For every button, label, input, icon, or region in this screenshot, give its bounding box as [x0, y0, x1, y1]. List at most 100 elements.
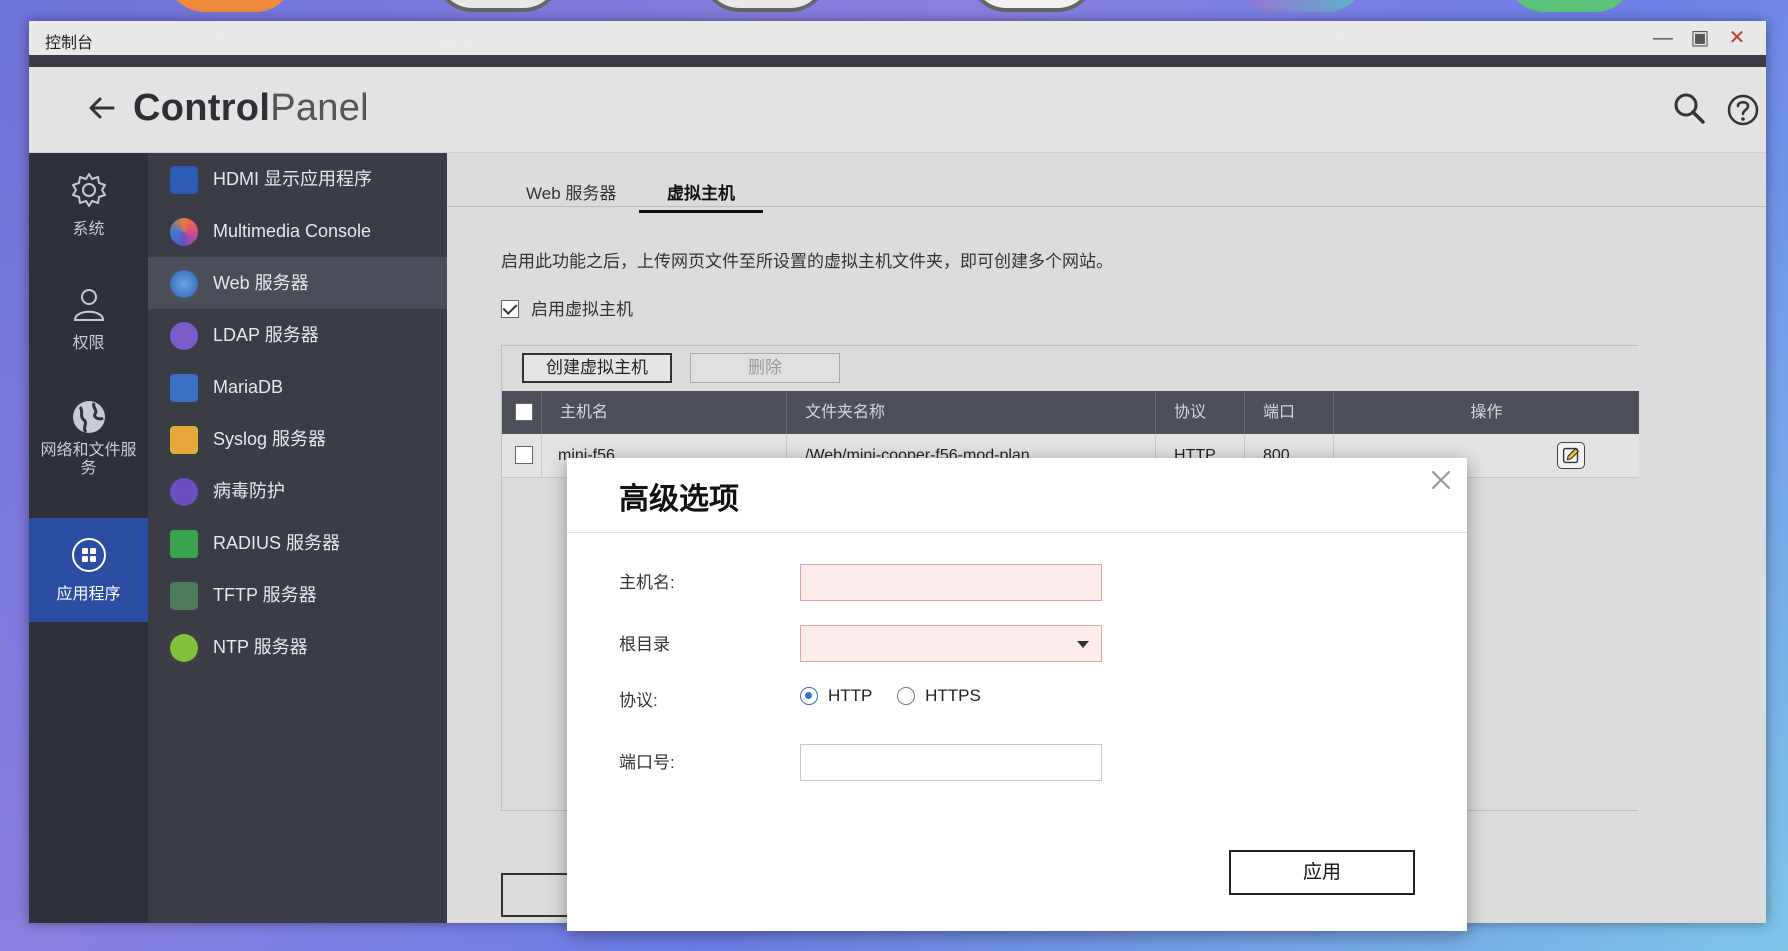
- panel-header: ControlPanel: [29, 67, 1766, 153]
- submenu-label: Web 服务器: [213, 273, 309, 293]
- column-folder[interactable]: 文件夹名称: [787, 391, 1156, 434]
- protocol-option-http[interactable]: HTTP: [800, 686, 872, 706]
- submenu-label: Multimedia Console: [213, 221, 372, 241]
- close-window-button[interactable]: ✕: [1726, 27, 1748, 49]
- web-globe-icon: [170, 270, 198, 298]
- enable-virtual-host-checkbox[interactable]: [501, 300, 519, 318]
- app-center-desktop-icon[interactable]: [1236, 0, 1366, 12]
- hdmi-icon: [170, 166, 198, 194]
- titlebar-divider: [29, 55, 1766, 67]
- root-directory-select[interactable]: [800, 625, 1102, 662]
- submenu-item-ldap-server[interactable]: LDAP 服务器: [148, 309, 447, 361]
- root-directory-label: 根目录: [619, 635, 670, 654]
- radius-icon: [170, 530, 198, 558]
- submenu-label: LDAP 服务器: [213, 325, 319, 345]
- column-action: 操作: [1470, 404, 1503, 421]
- submenu-label: MariaDB: [213, 377, 284, 397]
- apps-grid-icon: [71, 538, 106, 572]
- dialog-title: 高级选项: [619, 483, 739, 516]
- submenu-item-tftp-server[interactable]: TFTP 服务器: [148, 569, 447, 621]
- multimedia-icon: [170, 218, 198, 246]
- create-virtual-host-button[interactable]: 创建虚拟主机: [522, 353, 672, 383]
- port-number-input[interactable]: [800, 744, 1102, 781]
- submenu-item-antivirus[interactable]: 病毒防护: [148, 465, 447, 517]
- window-titlebar: 控制台 File Station 5 网络访问 控制台 myQNAPcloud …: [29, 21, 1766, 59]
- tab-web-server[interactable]: Web 服务器: [526, 179, 616, 204]
- nav-label-privilege: 权限: [72, 335, 105, 352]
- delete-button[interactable]: 删除: [690, 353, 840, 383]
- help-center-desktop-icon[interactable]: [1505, 0, 1635, 12]
- antivirus-icon: [170, 478, 198, 506]
- column-port[interactable]: 端口: [1245, 391, 1334, 434]
- tab-virtual-host[interactable]: 虚拟主机: [639, 179, 763, 213]
- nav-item-network-file-services[interactable]: 网络和文件服务: [29, 398, 148, 498]
- submenu-item-mariadb[interactable]: MariaDB: [148, 361, 447, 413]
- help-icon[interactable]: [1726, 93, 1760, 127]
- brand-light: Panel: [270, 87, 369, 129]
- submenu-label: NTP 服务器: [213, 637, 308, 657]
- protocol-option-https[interactable]: HTTPS: [897, 686, 981, 706]
- host-name-label: 主机名:: [619, 573, 675, 592]
- back-arrow-icon[interactable]: [87, 93, 117, 123]
- desktop-label-app-center: App Center: [1232, 25, 1354, 52]
- syslog-icon: [170, 426, 198, 454]
- chevron-down-icon: [1077, 641, 1089, 648]
- network-access-desktop-icon[interactable]: [433, 0, 563, 12]
- row-checkbox[interactable]: [515, 446, 533, 464]
- column-host[interactable]: 主机名: [542, 391, 787, 434]
- control-panel-desktop-icon[interactable]: [700, 0, 830, 12]
- ntp-icon: [170, 634, 198, 662]
- select-all-checkbox[interactable]: [515, 403, 533, 421]
- main-nav: 系统 权限 网络和文件服务 应用程序: [29, 153, 148, 923]
- https-radio[interactable]: [897, 687, 916, 705]
- mariadb-icon: [170, 374, 198, 402]
- protocol-label: 协议:: [619, 691, 658, 710]
- edit-icon[interactable]: [1557, 442, 1585, 469]
- search-icon[interactable]: [1672, 91, 1706, 125]
- file-station-desktop-icon[interactable]: [165, 0, 295, 12]
- row-select-cell: [502, 434, 542, 478]
- submenu-label: HDMI 显示应用程序: [213, 169, 372, 189]
- ldap-icon: [170, 322, 198, 350]
- protocol-radio-group: HTTP HTTPS: [800, 686, 1001, 706]
- tftp-icon: [170, 582, 198, 610]
- maximize-button[interactable]: ▣: [1689, 27, 1711, 49]
- submenu-item-syslog-server[interactable]: Syslog 服务器: [148, 413, 447, 465]
- advanced-options-dialog: 高级选项 主机名: 根目录 协议: HTTP HTTPS 端口号: 应用: [567, 458, 1467, 931]
- port-number-label: 端口号:: [619, 753, 675, 772]
- http-radio[interactable]: [800, 687, 818, 705]
- nav-label-system: 系统: [72, 221, 105, 238]
- submenu-item-multimedia-console[interactable]: Multimedia Console: [148, 205, 447, 257]
- nav-label-network-file-services: 网络和文件服务: [40, 442, 137, 477]
- submenu-item-radius-server[interactable]: RADIUS 服务器: [148, 517, 447, 569]
- submenu-item-web-server[interactable]: Web 服务器: [148, 257, 447, 309]
- host-name-input[interactable]: [800, 564, 1102, 601]
- nav-item-privilege[interactable]: 权限: [29, 285, 148, 375]
- gear-icon: [71, 173, 106, 207]
- desktop-label-file-station: File Station 5: [145, 25, 286, 52]
- submenu-item-hdmi[interactable]: HDMI 显示应用程序: [148, 153, 447, 205]
- brand-bold: Control: [133, 87, 271, 129]
- dialog-divider: [567, 532, 1467, 533]
- nav-label-applications: 应用程序: [56, 586, 121, 603]
- control-panel-brand: ControlPanel: [133, 87, 369, 130]
- submenu-label: TFTP 服务器: [213, 585, 317, 605]
- close-icon[interactable]: [1429, 468, 1453, 492]
- user-icon: [73, 289, 104, 321]
- nav-item-system[interactable]: 系统: [29, 171, 148, 261]
- desktop-label-myqnapcloud: myQNAPcloud: [943, 25, 1101, 52]
- submenu-label: RADIUS 服务器: [213, 533, 341, 553]
- enable-virtual-host-label: 启用虚拟主机: [531, 300, 633, 319]
- select-all-cell: [502, 391, 542, 434]
- submenu-item-ntp-server[interactable]: NTP 服务器: [148, 621, 447, 673]
- app-submenu: HDMI 显示应用程序 Multimedia Console Web 服务器 L…: [148, 153, 447, 923]
- minimize-button[interactable]: —: [1652, 27, 1674, 49]
- myqnapcloud-desktop-icon[interactable]: [967, 0, 1097, 12]
- submenu-label: 病毒防护: [213, 481, 285, 501]
- column-protocol[interactable]: 协议: [1156, 391, 1245, 434]
- nav-item-applications[interactable]: 应用程序: [29, 518, 148, 622]
- apply-button[interactable]: 应用: [1229, 850, 1415, 895]
- submenu-label: Syslog 服务器: [213, 429, 327, 449]
- https-radio-label: HTTPS: [925, 686, 981, 705]
- virtual-host-description: 启用此功能之后，上传网页文件至所设置的虚拟主机文件夹，即可创建多个网站。: [501, 252, 1113, 271]
